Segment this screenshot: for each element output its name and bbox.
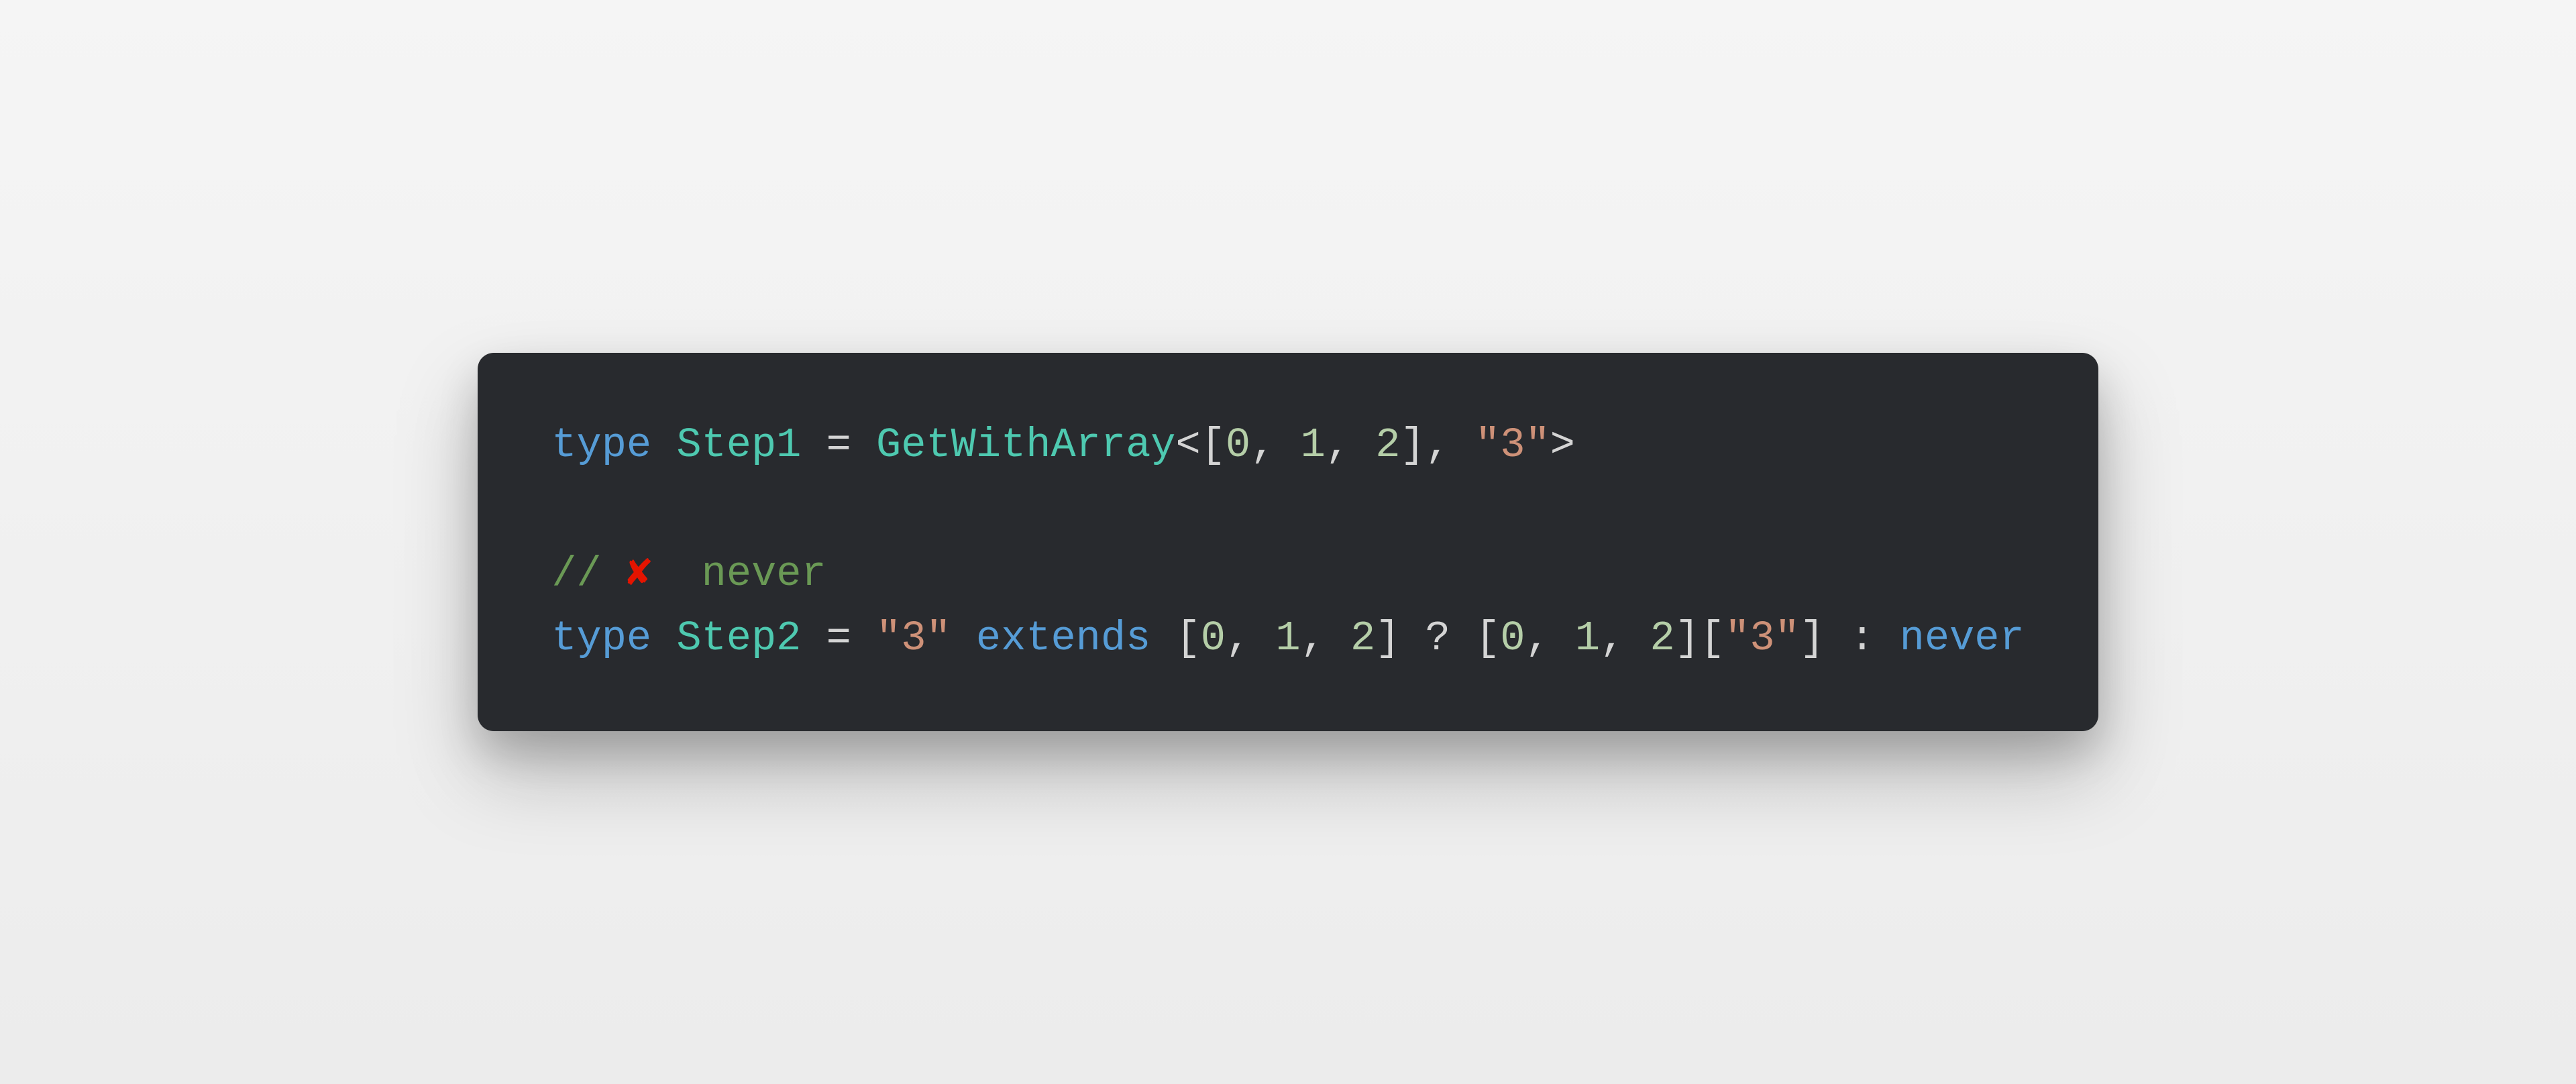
code-token: 2 (1650, 614, 1675, 662)
code-token: , (1600, 614, 1650, 662)
code-token: 2 (1350, 614, 1375, 662)
code-line: // ✘ never (551, 542, 2024, 606)
code-token: , (1226, 614, 1275, 662)
code-token: 0 (1226, 421, 1250, 469)
code-token: ], (1400, 421, 1475, 469)
code-token: [ (1150, 614, 1200, 662)
code-token: type (551, 614, 651, 662)
code-token: type (551, 421, 651, 469)
code-token: // (551, 550, 627, 598)
code-token: Step1 (676, 421, 801, 469)
code-token: 0 (1201, 614, 1226, 662)
code-token: Step2 (676, 614, 801, 662)
code-token: ] : (1800, 614, 1900, 662)
code-token (951, 614, 976, 662)
code-token: "3" (1475, 421, 1550, 469)
code-token: = (801, 614, 876, 662)
code-token (651, 614, 676, 662)
code-token: <[ (1176, 421, 1226, 469)
code-token: ][ (1675, 614, 1725, 662)
code-token: 1 (1275, 614, 1300, 662)
code-token: "3" (876, 614, 951, 662)
code-token: 1 (1301, 421, 1326, 469)
code-line: type Step1 = GetWithArray<[0, 1, 2], "3"… (551, 413, 2024, 478)
code-token: "3" (1725, 614, 1800, 662)
code-token: 2 (1375, 421, 1400, 469)
code-token: , (1326, 421, 1375, 469)
code-token: 1 (1575, 614, 1600, 662)
code-token: 0 (1500, 614, 1525, 662)
code-token (651, 421, 676, 469)
code-token: ] ? [ (1375, 614, 1500, 662)
code-line: type Step2 = "3" extends [0, 1, 2] ? [0,… (551, 606, 2024, 671)
code-token: = (801, 421, 876, 469)
code-token: never (651, 550, 826, 598)
code-token: never (1900, 614, 2025, 662)
code-block: type Step1 = GetWithArray<[0, 1, 2], "3"… (478, 353, 2098, 731)
code-token: , (1525, 614, 1574, 662)
code-token: , (1301, 614, 1350, 662)
code-token: , (1250, 421, 1300, 469)
code-token: > (1550, 421, 1575, 469)
code-token: ✘ (627, 550, 651, 598)
code-token: GetWithArray (876, 421, 1175, 469)
code-token: extends (976, 614, 1150, 662)
code-line (551, 478, 2024, 542)
